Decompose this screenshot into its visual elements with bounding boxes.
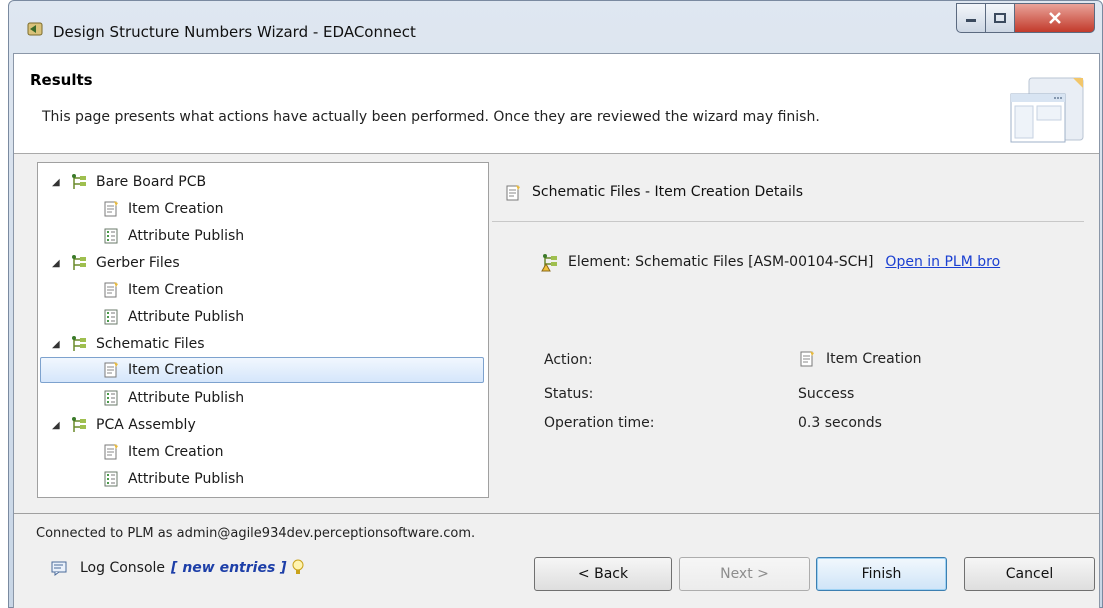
tree-node-gerber-files[interactable]: ◢ Gerber Files xyxy=(52,250,180,276)
tree-node-bare-board-pcb[interactable]: ◢ Bare Board PCB xyxy=(52,169,206,195)
page-title: Results xyxy=(30,71,93,89)
wizard-client-area: Results This page presents what actions … xyxy=(13,53,1100,608)
results-tree[interactable]: ◢ Bare Board PCB Item Creation Attribute… xyxy=(37,162,489,498)
tree-item-label: Item Creation xyxy=(128,201,224,217)
item-creation-icon xyxy=(104,362,118,378)
wizard-header: Results This page presents what actions … xyxy=(14,54,1099,154)
item-creation-icon xyxy=(800,351,814,367)
action-label: Action: xyxy=(544,352,593,368)
maximize-icon xyxy=(994,13,1006,23)
open-in-plm-link[interactable]: Open in PLM bro xyxy=(885,254,1000,270)
attribute-publish-icon xyxy=(104,390,118,406)
action-value: Item Creation xyxy=(798,350,922,368)
tree-item-item-creation-selected[interactable]: Item Creation xyxy=(40,357,484,383)
details-header: Schematic Files - Item Creation Details xyxy=(492,162,1084,222)
tree-item-label: Item Creation xyxy=(128,444,224,460)
tree-item-attribute-publish[interactable]: Attribute Publish xyxy=(102,304,244,330)
log-console-label[interactable]: Log Console xyxy=(80,560,165,576)
tree-node-label: Bare Board PCB xyxy=(96,174,207,190)
tree-item-attribute-publish[interactable]: Attribute Publish xyxy=(102,385,244,411)
tree-node-label: Schematic Files xyxy=(96,336,205,352)
structure-node-icon xyxy=(72,255,86,270)
connection-status: Connected to PLM as admin@agile934dev.pe… xyxy=(36,526,476,541)
log-console-link[interactable]: Log Console [ new entries ] xyxy=(50,559,305,577)
element-warning-icon xyxy=(541,254,557,272)
console-icon xyxy=(51,561,67,576)
action-value-text: Item Creation xyxy=(826,351,922,367)
element-row: Element: Schematic Files [ASM-00104-SCH]… xyxy=(540,252,1000,272)
close-button[interactable] xyxy=(1015,3,1095,33)
item-creation-icon xyxy=(104,201,118,217)
maximize-button[interactable] xyxy=(986,3,1015,33)
tree-item-label: Attribute Publish xyxy=(128,471,245,487)
expand-arrow-icon[interactable]: ◢ xyxy=(52,177,64,188)
tree-item-label: Attribute Publish xyxy=(128,228,245,244)
details-title: Schematic Files - Item Creation Details xyxy=(532,184,804,200)
status-label: Status: xyxy=(544,386,594,402)
tree-item-label: Item Creation xyxy=(128,362,224,378)
item-creation-icon xyxy=(104,444,118,460)
page-description: This page presents what actions have act… xyxy=(42,109,820,125)
attribute-publish-icon xyxy=(104,309,118,325)
next-button[interactable]: Next > xyxy=(679,557,810,591)
tree-item-attribute-publish[interactable]: Attribute Publish xyxy=(102,466,244,492)
tree-node-label: PCA Assembly xyxy=(96,417,196,433)
lightbulb-icon xyxy=(292,559,304,574)
close-icon xyxy=(1048,12,1061,24)
finish-button[interactable]: Finish xyxy=(816,557,947,591)
item-creation-icon xyxy=(506,185,520,201)
operation-time-label: Operation time: xyxy=(544,415,655,431)
attribute-publish-icon xyxy=(104,471,118,487)
tree-node-schematic-files[interactable]: ◢ Schematic Files xyxy=(52,331,205,357)
tree-item-attribute-publish[interactable]: Attribute Publish xyxy=(102,223,244,249)
operation-time-value: 0.3 seconds xyxy=(798,415,882,431)
minimize-button[interactable] xyxy=(956,3,986,33)
window-title: Design Structure Numbers Wizard - EDACon… xyxy=(53,23,416,41)
structure-node-icon xyxy=(72,336,86,351)
expand-arrow-icon[interactable]: ◢ xyxy=(52,258,64,269)
attribute-publish-icon xyxy=(104,228,118,244)
structure-node-icon xyxy=(72,417,86,432)
tree-item-label: Item Creation xyxy=(128,282,224,298)
element-label: Element: Schematic Files [ASM-00104-SCH] xyxy=(568,254,874,270)
app-icon xyxy=(27,22,43,36)
structure-node-icon xyxy=(72,174,86,189)
expand-arrow-icon[interactable]: ◢ xyxy=(52,420,64,431)
tree-node-pca-assembly[interactable]: ◢ PCA Assembly xyxy=(52,412,196,438)
item-creation-icon xyxy=(104,282,118,298)
cancel-button[interactable]: Cancel xyxy=(964,557,1095,591)
minimize-icon xyxy=(966,19,976,22)
back-button[interactable]: < Back xyxy=(534,557,672,591)
title-bar[interactable]: Design Structure Numbers Wizard - EDACon… xyxy=(9,1,1102,53)
footer-divider xyxy=(14,513,1099,514)
tree-item-label: Attribute Publish xyxy=(128,390,245,406)
expand-arrow-icon[interactable]: ◢ xyxy=(52,339,64,350)
status-value: Success xyxy=(798,386,855,402)
tree-node-label: Gerber Files xyxy=(96,255,180,271)
wizard-banner-icon xyxy=(1010,77,1084,143)
tree-item-item-creation[interactable]: Item Creation xyxy=(102,439,224,465)
tree-item-item-creation[interactable]: Item Creation xyxy=(102,196,224,222)
wizard-window: Design Structure Numbers Wizard - EDACon… xyxy=(8,0,1103,608)
tree-item-item-creation[interactable]: Item Creation xyxy=(102,277,224,303)
details-panel: Schematic Files - Item Creation Details … xyxy=(492,162,1084,498)
tree-item-label: Attribute Publish xyxy=(128,309,245,325)
new-entries-link[interactable]: [ new entries ] xyxy=(171,560,287,576)
